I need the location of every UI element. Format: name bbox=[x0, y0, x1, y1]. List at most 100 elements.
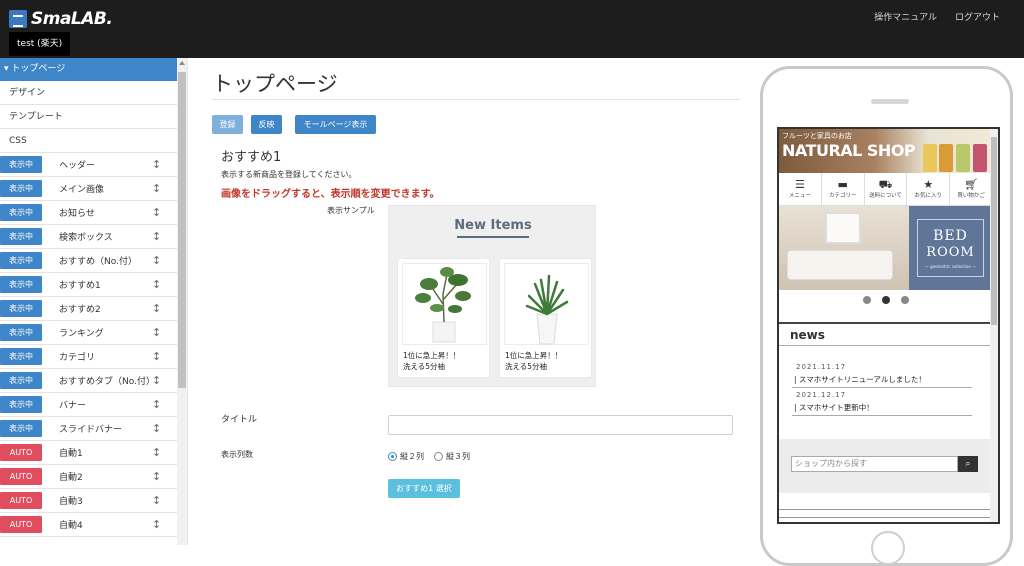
hero-bed bbox=[787, 250, 893, 280]
status-badge[interactable]: 表示中 bbox=[0, 252, 42, 269]
sidebar-module-row[interactable]: 表示中 検索ボックス ↕ bbox=[0, 225, 178, 249]
search-icon[interactable]: ⌕ bbox=[958, 456, 978, 472]
news-item[interactable]: | スマホサイト更新中！ bbox=[792, 402, 972, 416]
radio-three-columns[interactable]: 縦３列 bbox=[434, 451, 470, 462]
phone-scroll-thumb[interactable] bbox=[991, 137, 997, 325]
phone-search-input[interactable]: ショップ内から探す bbox=[791, 456, 958, 472]
logo[interactable]: SmaLAB. bbox=[9, 9, 113, 29]
drag-handle-icon[interactable]: ↕ bbox=[152, 518, 161, 531]
phone-speaker bbox=[871, 99, 909, 104]
drag-handle-icon[interactable]: ↕ bbox=[152, 422, 161, 435]
scroll-up-icon[interactable] bbox=[179, 61, 185, 65]
status-badge[interactable]: 表示中 bbox=[0, 228, 42, 245]
caret-down-icon: ▾ bbox=[4, 64, 9, 74]
new-items-heading: New Items bbox=[454, 218, 532, 233]
hero-caption: — geometric collection — bbox=[924, 264, 977, 269]
carousel-dot[interactable] bbox=[863, 296, 871, 304]
drag-handle-icon[interactable]: ↕ bbox=[152, 446, 161, 459]
status-badge[interactable]: 表示中 bbox=[0, 180, 42, 197]
drag-handle-icon[interactable]: ↕ bbox=[152, 182, 161, 195]
manual-link[interactable]: 操作マニュアル bbox=[874, 10, 937, 23]
carousel-dots bbox=[863, 296, 909, 304]
radio-checked-icon[interactable] bbox=[388, 452, 397, 461]
sidebar-module-row[interactable]: 表示中 スライドバナー ↕ bbox=[0, 417, 178, 441]
status-badge[interactable]: AUTO bbox=[0, 468, 42, 485]
nav-cart[interactable]: 🛒︎ 買い物かご bbox=[950, 173, 992, 205]
sidebar-item-template[interactable]: テンプレート bbox=[0, 105, 178, 129]
sidebar-module-row[interactable]: 表示中 ヘッダー ↕ bbox=[0, 153, 178, 177]
drag-handle-icon[interactable]: ↕ bbox=[152, 254, 161, 267]
drag-handle-icon[interactable]: ↕ bbox=[152, 470, 161, 483]
status-badge[interactable]: 表示中 bbox=[0, 372, 42, 389]
status-badge[interactable]: 表示中 bbox=[0, 204, 42, 221]
phone-scrollbar[interactable] bbox=[990, 129, 998, 522]
sidebar-module-row[interactable]: AUTO 自動4 ↕ bbox=[0, 513, 178, 537]
status-badge[interactable]: 表示中 bbox=[0, 276, 42, 293]
sidebar-module-row[interactable]: AUTO 自動3 ↕ bbox=[0, 489, 178, 513]
drag-handle-icon[interactable]: ↕ bbox=[152, 302, 161, 315]
hero-banner[interactable]: BED ROOM — geometric collection — bbox=[779, 206, 992, 290]
drag-handle-icon[interactable]: ↕ bbox=[152, 350, 161, 363]
juice-jar bbox=[973, 144, 987, 172]
carousel-dot[interactable] bbox=[901, 296, 909, 304]
nav-favorites[interactable]: ★ お気に入り bbox=[907, 173, 951, 205]
module-label: 自動3 bbox=[59, 497, 83, 507]
apply-button[interactable]: 反映 bbox=[251, 115, 282, 134]
drag-handle-icon[interactable]: ↕ bbox=[152, 278, 161, 291]
tenant-tab[interactable]: test (楽天) bbox=[9, 32, 71, 56]
nav-menu[interactable]: ☰ メニュー bbox=[779, 173, 822, 205]
sidebar-module-row[interactable]: 表示中 おすすめタブ（No.付） ↕ bbox=[0, 369, 178, 393]
drag-handle-icon[interactable]: ↕ bbox=[152, 206, 161, 219]
drag-handle-icon[interactable]: ↕ bbox=[152, 230, 161, 243]
sidebar-module-row[interactable]: AUTO 自動2 ↕ bbox=[0, 465, 178, 489]
sidebar-item-design[interactable]: デザイン bbox=[0, 81, 178, 105]
drag-handle-icon[interactable]: ↕ bbox=[152, 374, 161, 387]
status-badge[interactable]: AUTO bbox=[0, 444, 42, 461]
select-recommend-button[interactable]: おすすめ1 選択 bbox=[388, 479, 460, 498]
product-image[interactable] bbox=[504, 263, 589, 345]
sidebar-module-row[interactable]: 表示中 おすすめ1 ↕ bbox=[0, 273, 178, 297]
product-image[interactable] bbox=[402, 263, 487, 345]
status-badge[interactable]: AUTO bbox=[0, 492, 42, 509]
drag-handle-icon[interactable]: ↕ bbox=[152, 326, 161, 339]
nav-category[interactable]: ▬ カテゴリー bbox=[822, 173, 865, 205]
news-item[interactable]: | スマホサイトリニューアルしました！ bbox=[792, 374, 972, 388]
sidebar-module-row[interactable]: 表示中 バナー ↕ bbox=[0, 393, 178, 417]
sidebar-module-row[interactable]: AUTO 自動1 ↕ bbox=[0, 441, 178, 465]
status-badge[interactable]: 表示中 bbox=[0, 156, 42, 173]
status-badge[interactable]: 表示中 bbox=[0, 300, 42, 317]
sidebar-module-row[interactable]: 表示中 おすすめ（No.付） ↕ bbox=[0, 249, 178, 273]
sidebar-module-row[interactable]: 表示中 カテゴリ ↕ bbox=[0, 345, 178, 369]
status-badge[interactable]: 表示中 bbox=[0, 324, 42, 341]
sidebar-item-css[interactable]: CSS bbox=[0, 129, 178, 153]
radio-unchecked-icon[interactable] bbox=[434, 452, 443, 461]
sidebar-module-row[interactable]: 表示中 ランキング ↕ bbox=[0, 321, 178, 345]
sidebar: ▾ トップページ デザイン テンプレート CSS 表示中 ヘッダー ↕ 表示中 メイン画… bbox=[0, 58, 188, 545]
drag-handle-icon[interactable]: ↕ bbox=[152, 494, 161, 507]
drag-handle-icon[interactable]: ↕ bbox=[152, 158, 161, 171]
nav-shipping[interactable]: ⛟ 送料について bbox=[865, 173, 908, 205]
sidebar-module-row[interactable]: 表示中 お知らせ ↕ bbox=[0, 201, 178, 225]
mall-page-button[interactable]: モールページ表示 bbox=[295, 115, 376, 134]
radio-two-columns[interactable]: 縦２列 bbox=[388, 451, 424, 462]
module-label: 検索ボックス bbox=[59, 233, 113, 243]
register-button[interactable]: 登録 bbox=[212, 115, 243, 134]
sidebar-header-top-page[interactable]: ▾ トップページ bbox=[0, 58, 178, 81]
sidebar-module-row[interactable]: 表示中 おすすめ2 ↕ bbox=[0, 297, 178, 321]
status-badge[interactable]: 表示中 bbox=[0, 348, 42, 365]
drag-handle-icon[interactable]: ↕ bbox=[152, 398, 161, 411]
carousel-dot-active[interactable] bbox=[882, 296, 890, 304]
title-input[interactable] bbox=[388, 415, 733, 435]
news-heading: news bbox=[779, 322, 992, 346]
sidebar-module-row[interactable]: 表示中 メイン画像 ↕ bbox=[0, 177, 178, 201]
sidebar-scroll-thumb[interactable] bbox=[178, 72, 186, 388]
folder-icon: ▬ bbox=[837, 178, 848, 191]
logout-link[interactable]: ログアウト bbox=[955, 10, 1000, 23]
product-card[interactable]: 1位に急上昇！！ 洗える5分袖 bbox=[397, 258, 490, 378]
status-badge[interactable]: AUTO bbox=[0, 516, 42, 533]
sidebar-scrollbar[interactable] bbox=[177, 58, 187, 545]
heading-underline bbox=[457, 236, 529, 238]
status-badge[interactable]: 表示中 bbox=[0, 396, 42, 413]
product-card[interactable]: 1位に急上昇！！ 洗える5分袖 bbox=[499, 258, 592, 378]
status-badge[interactable]: 表示中 bbox=[0, 420, 42, 437]
